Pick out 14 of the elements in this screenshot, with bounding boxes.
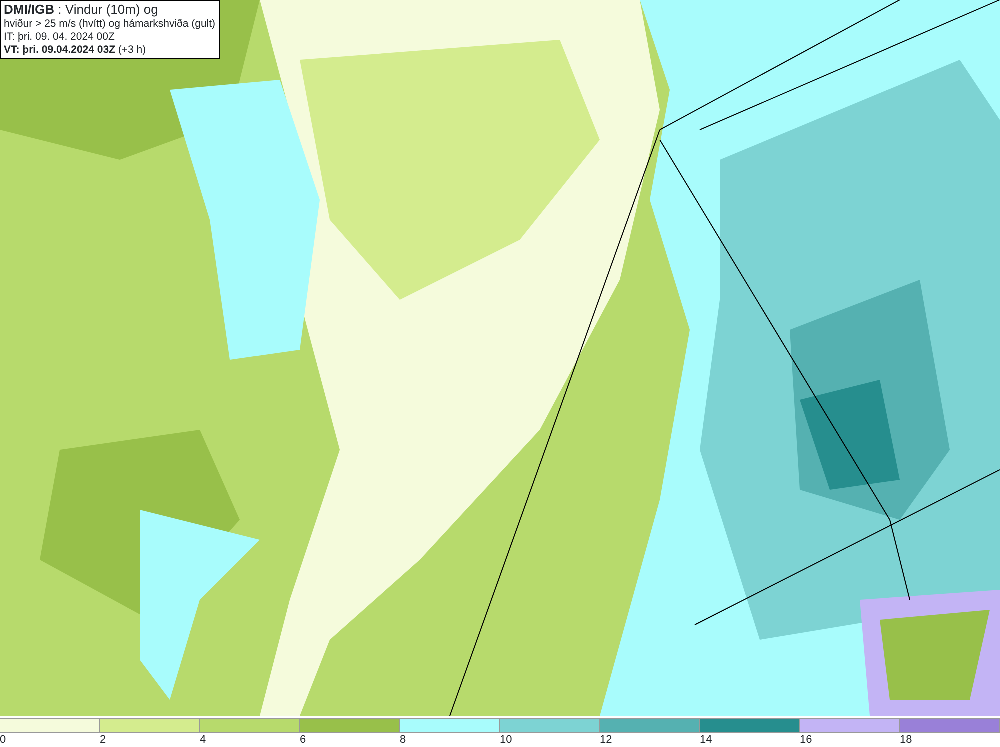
scale-label: 8 xyxy=(400,734,406,746)
scale-label: 16 xyxy=(800,734,812,746)
scale-label: 4 xyxy=(200,734,206,746)
legend-text: hviður > 25 m/s (hvítt) og hámarkshviða (gult) xyxy=(4,18,216,31)
scale-label: 12 xyxy=(600,734,612,746)
scale-label: 6 xyxy=(300,734,306,746)
scale-label: 2 xyxy=(100,734,106,746)
legend-text: DMI/IGB : Vindur (10m) og xyxy=(4,2,160,18)
scale-label: 0 xyxy=(0,734,6,746)
scale-label: 14 xyxy=(700,734,712,746)
scale-label: 18 xyxy=(900,734,912,746)
scale-label: 10 xyxy=(500,734,512,746)
legend-text: VT: þri. 09.04.2024 03Z (+3 h) xyxy=(4,44,148,57)
legend-text: IT: þri. 09. 04. 2024 00Z xyxy=(4,31,116,44)
